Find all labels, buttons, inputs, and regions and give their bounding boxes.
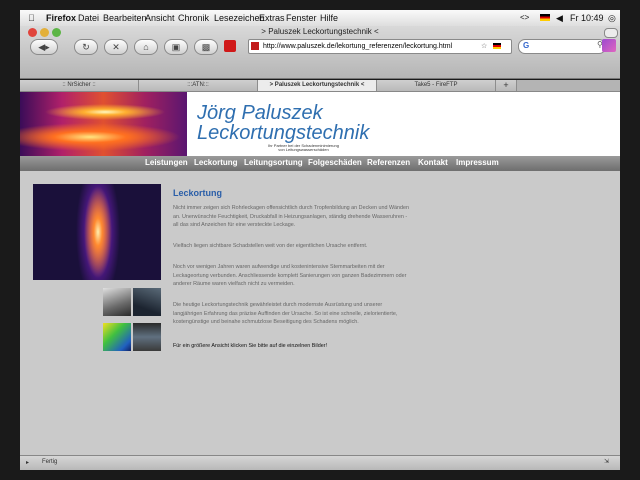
thermal-banner-image (20, 92, 187, 156)
nav-leistungen[interactable]: Leistungen (145, 158, 188, 167)
menu-fenster[interactable]: Fenster (286, 13, 317, 23)
menu-ansicht[interactable]: Ansicht (145, 13, 175, 23)
volume-icon[interactable]: ◀ (556, 13, 563, 24)
tab-atn[interactable]: :::ATN::: (139, 80, 258, 91)
browser-toolbar: > Paluszek Leckortungstechnik < ◀▸ ↻ ✕ ⌂… (20, 26, 620, 79)
star-icon[interactable]: ☆ (481, 40, 487, 53)
site-nav: Leistungen Leckortung Leitungsortung Fol… (20, 156, 620, 171)
url-text[interactable]: http://www.paluszek.de/lekortung_referen… (263, 40, 452, 53)
thumbnail-camera[interactable] (103, 288, 131, 316)
site-banner: Jörg Paluszek Leckortungstechnik Ihr Par… (20, 92, 620, 156)
menu-hilfe[interactable]: Hilfe (320, 13, 338, 23)
home-icon: ⌂ (143, 42, 149, 52)
menu-clock[interactable]: Fr 10:49 (570, 13, 604, 23)
close-icon[interactable] (28, 28, 37, 37)
status-bar: ▸ Fertig ⇲ (20, 455, 620, 470)
stop-icon: ✕ (112, 42, 120, 52)
zoom-icon[interactable] (52, 28, 61, 37)
apple-icon[interactable]:  (28, 13, 35, 23)
window-title: > Paluszek Leckortungstechnik < (261, 27, 379, 36)
menu-lesezeichen[interactable]: Lesezeichen (214, 13, 265, 23)
tab-paluszek[interactable]: > Paluszek Leckortungstechnik < (258, 80, 377, 91)
addon-icon[interactable] (224, 40, 236, 52)
nav-referenzen[interactable]: Referenzen (367, 158, 410, 167)
camera-icon: ▣ (171, 42, 181, 52)
thumbnail-thermal-floor[interactable] (103, 323, 131, 351)
extension-icon[interactable] (602, 39, 616, 52)
nav-impressum[interactable]: Impressum (456, 158, 499, 167)
language-flag-icon[interactable] (493, 43, 501, 49)
url-bar[interactable]: http://www.paluszek.de/lekortung_referen… (248, 39, 512, 54)
brand-tagline: Ihr Partner bei der Schadenminimierung v… (268, 143, 339, 152)
nav-leitungsortung[interactable]: Leitungsortung (244, 158, 303, 167)
search-field[interactable]: G ⚲ (518, 39, 606, 54)
content-title: Leckortung (173, 188, 223, 198)
bookmark-button[interactable]: ▩ (194, 39, 218, 55)
web-page: Jörg Paluszek Leckortungstechnik Ihr Par… (20, 92, 620, 455)
screenshot-button[interactable]: ▣ (164, 39, 188, 55)
stop-button[interactable]: ✕ (104, 39, 128, 55)
nav-leckortung[interactable]: Leckortung (194, 158, 238, 167)
nav-folgeschaeden[interactable]: Folgeschäden (308, 158, 362, 167)
status-text: Fertig (42, 459, 58, 465)
paragraph-intro: Nicht immer zeigen sich Rohrleckagen off… (173, 205, 410, 228)
bookmark-icon: ▩ (201, 42, 211, 52)
reload-button[interactable]: ↻ (74, 39, 98, 55)
reload-icon: ↻ (82, 42, 90, 52)
minimize-icon[interactable] (40, 28, 49, 37)
menu-chronik[interactable]: Chronik (178, 13, 209, 23)
menu-datei[interactable]: Datei (78, 13, 99, 23)
new-tab-button[interactable]: + (496, 80, 517, 91)
menu-app-name[interactable]: Firefox (46, 13, 76, 23)
paragraph-history: Noch vor wenigen Jahren waren aufwendige… (173, 264, 407, 287)
resize-grip-icon[interactable]: ⇲ (604, 458, 609, 465)
paragraph-technology: Die heutige Leckortungstechnik gewährlei… (173, 302, 398, 325)
tab-fireftp[interactable]: Take5 - FireFTP (377, 80, 496, 91)
system-menu-bar:  Firefox Datei Bearbeiten Ansicht Chron… (20, 10, 620, 27)
google-icon[interactable]: G (523, 41, 529, 50)
menu-extras[interactable]: Extras (259, 13, 285, 23)
site-favicon-icon (251, 42, 259, 50)
german-flag-icon[interactable] (540, 14, 550, 21)
home-button[interactable]: ⌂ (134, 39, 158, 55)
code-icon[interactable]: <> (520, 13, 529, 22)
toolbar-toggle-icon[interactable] (604, 28, 618, 38)
tab-bar: :: NrSicher :: :::ATN::: > Paluszek Leck… (20, 80, 620, 92)
thumbnail-technician[interactable] (133, 323, 161, 351)
sidebar-toggle-icon[interactable]: ▸ (26, 459, 29, 466)
nav-kontakt[interactable]: Kontakt (418, 158, 448, 167)
paragraph-damage: Vielfach liegen sichtbare Schadstellen w… (173, 243, 368, 249)
paragraph-click-hint: Für ein größere Ansicht klicken Sie bitt… (173, 343, 328, 349)
menu-bearbeiten[interactable]: Bearbeiten (103, 13, 147, 23)
spotlight-icon[interactable]: ◎ (608, 13, 616, 24)
tab-nrsicher[interactable]: :: NrSicher :: (20, 80, 139, 91)
back-button[interactable]: ◀▸ (30, 39, 58, 55)
thumbnail-device[interactable] (133, 288, 161, 316)
main-thermal-image[interactable] (33, 184, 161, 280)
brand-subtitle: Leckortungstechnik (197, 122, 370, 144)
